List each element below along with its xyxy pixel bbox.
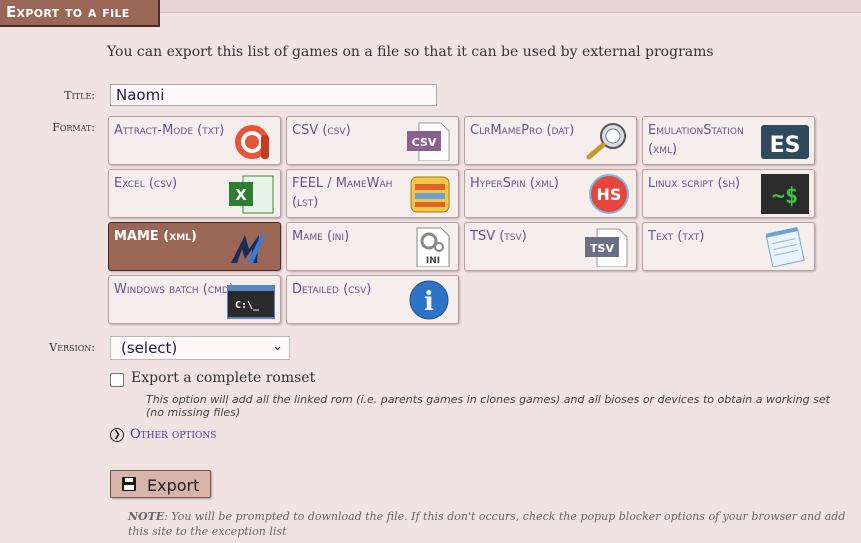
floppy-disk-icon	[122, 477, 136, 491]
csv-file-icon: CSV	[407, 122, 450, 161]
format-option-label: Detailed (csv)	[292, 282, 372, 297]
format-option-text[interactable]: Text (txt)	[642, 222, 815, 271]
format-option-label: FEEL / MameWah (lst)	[292, 176, 393, 210]
cmd-icon-text: C:\_	[235, 300, 260, 311]
format-option-excel[interactable]: Excel (csv) X	[108, 169, 281, 218]
format-option-label: Windows batch (cmd)	[114, 282, 234, 297]
mame-logo-icon	[231, 235, 265, 263]
intro-text: You can export this list of games on a f…	[107, 44, 714, 60]
expand-circle-icon: ❯	[110, 427, 124, 442]
export-button[interactable]: Export	[110, 470, 211, 498]
notepad-icon	[765, 227, 805, 267]
version-select-value: (select)	[121, 339, 178, 357]
hs-icon-text: HS	[597, 185, 622, 204]
format-option-label: Excel (csv)	[114, 176, 178, 191]
format-option-tsv[interactable]: TSV (tsv) TSV	[464, 222, 637, 271]
version-label: Version:	[49, 341, 95, 354]
clrmamepro-icon	[586, 123, 626, 160]
format-option-label: Mame (ini)	[292, 229, 350, 244]
excel-icon: X	[229, 175, 274, 214]
other-options-label: Other options	[130, 427, 217, 442]
complete-romset-help: This option will add all the linked rom …	[146, 393, 830, 419]
format-option-label: Attract-Mode (txt)	[114, 123, 225, 138]
ini-icon-text: INI	[426, 256, 440, 266]
format-option-label: Text (txt)	[648, 229, 705, 244]
format-option-attract-mode[interactable]: Attract-Mode (txt)	[108, 116, 281, 165]
version-select[interactable]: (select) ⌄	[110, 336, 290, 360]
emulationstation-icon: ES	[761, 125, 809, 159]
format-option-label: Linux script (sh)	[648, 176, 741, 191]
format-option-linux-script[interactable]: Linux script (sh) ~$	[642, 169, 815, 218]
format-option-csv[interactable]: CSV (csv) CSV	[286, 116, 459, 165]
format-label: Format:	[52, 121, 95, 134]
format-option-label: HyperSpin (xml)	[470, 176, 559, 191]
cmd-prompt-icon: C:\_	[227, 285, 275, 319]
format-option-mame-xml[interactable]: MAME (xml)	[108, 222, 281, 271]
chevron-down-icon: ⌄	[272, 339, 283, 354]
complete-romset-checkbox[interactable]	[110, 373, 124, 387]
format-option-clrmamepro[interactable]: ClrMamePro (dat)	[464, 116, 637, 165]
terminal-icon: ~$	[761, 174, 809, 214]
format-option-windows-batch[interactable]: Windows batch (cmd) C:\_	[108, 275, 281, 324]
format-option-label: MAME (xml)	[114, 229, 197, 244]
note-prefix: NOTE	[128, 510, 165, 523]
tsv-icon-text: TSV	[590, 242, 614, 255]
format-option-emulationstation[interactable]: EmulationStation (xml) ES	[642, 116, 815, 165]
note-text: : You will be prompted to download the f…	[128, 510, 846, 538]
format-option-hyperspin[interactable]: HyperSpin (xml) HS	[464, 169, 637, 218]
format-option-feel-mamewah[interactable]: FEEL / MameWah (lst)	[286, 169, 459, 218]
download-note: NOTE: You will be prompted to download t…	[128, 509, 853, 539]
format-option-label: EmulationStation (xml)	[648, 123, 744, 157]
info-icon-text: i	[424, 287, 434, 317]
format-option-label: TSV (tsv)	[470, 229, 527, 244]
feel-mamewah-icon	[410, 176, 450, 213]
tsv-file-icon: TSV	[585, 228, 628, 267]
format-option-detailed-csv[interactable]: Detailed (csv) i	[286, 275, 459, 324]
format-option-label: CSV (csv)	[292, 123, 351, 138]
es-icon-text: ES	[770, 133, 801, 158]
attract-mode-icon	[235, 125, 269, 159]
other-options-link[interactable]: ❯ Other options	[110, 427, 216, 442]
format-option-mame-ini[interactable]: Mame (ini) INI	[286, 222, 459, 271]
title-label: Title:	[64, 89, 95, 102]
info-icon: i	[409, 280, 449, 320]
export-dialog-tab: Export to a file	[0, 0, 160, 27]
format-option-label: ClrMamePro (dat)	[470, 123, 575, 138]
complete-romset-label[interactable]: Export a complete romset	[131, 370, 315, 386]
csv-icon-text: CSV	[412, 136, 437, 149]
excel-icon-text: X	[235, 186, 247, 204]
sh-icon-text: ~$	[772, 184, 799, 209]
hyperspin-icon: HS	[589, 174, 629, 214]
ini-file-icon: INI	[416, 227, 450, 267]
export-button-label: Export	[147, 476, 200, 495]
title-input[interactable]	[110, 84, 437, 106]
